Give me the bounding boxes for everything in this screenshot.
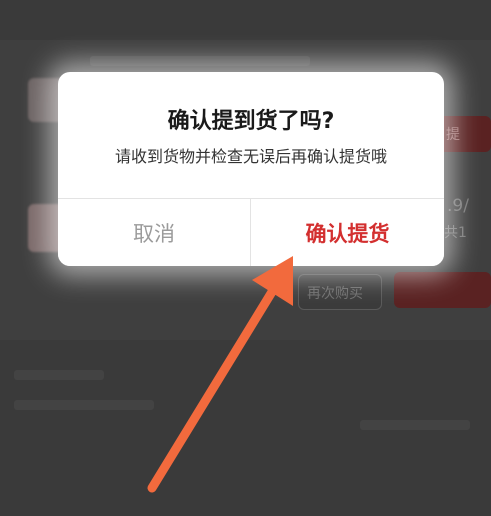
background-grey-button: 再次购买 xyxy=(298,274,382,310)
dialog-title: 确认提到货了吗? xyxy=(167,109,335,134)
background-grey-button-label: 再次购买 xyxy=(307,286,363,302)
background-red-button-2 xyxy=(394,272,491,308)
dialog-message: 请收到货物并检查无误后再确认提货哦 xyxy=(114,147,387,166)
background-red-button-label: 提 xyxy=(446,127,460,143)
background-text-line-2 xyxy=(14,370,104,380)
cancel-button[interactable]: 取消 xyxy=(58,199,250,266)
confirm-pickup-button[interactable]: 确认提货 xyxy=(251,199,444,266)
background-text-line xyxy=(90,56,310,66)
background-text-line-3 xyxy=(14,400,154,410)
background-text-line-4 xyxy=(360,420,470,430)
background-price-text: .9/ xyxy=(447,196,469,216)
background-count-text: 共1 xyxy=(444,225,467,241)
confirm-pickup-dialog: 确认提到货了吗? 请收到货物并检查无误后再确认提货哦 取消 确认提货 xyxy=(58,72,444,266)
